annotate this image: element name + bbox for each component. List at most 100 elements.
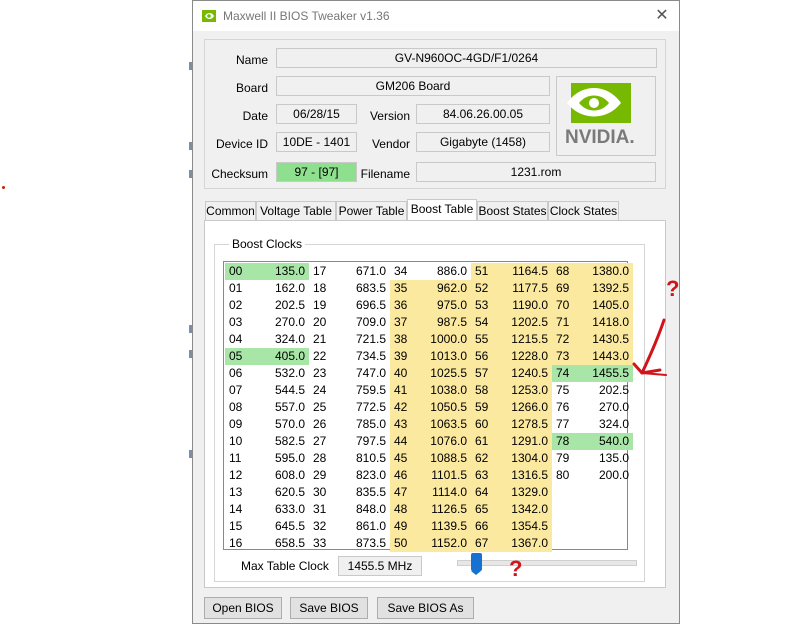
- boost-entry-clock[interactable]: 721.5: [342, 331, 390, 348]
- boost-entry-clock[interactable]: 848.0: [342, 501, 390, 518]
- boost-entry-clock[interactable]: 1063.5: [423, 416, 471, 433]
- boost-entry-clock[interactable]: 1126.5: [423, 501, 471, 518]
- date-field[interactable]: 06/28/15: [276, 104, 357, 124]
- boost-entry-clock[interactable]: 835.5: [342, 484, 390, 501]
- boost-entry-clock[interactable]: 135.0: [585, 450, 633, 467]
- boost-entry-clock[interactable]: 135.0: [253, 263, 309, 280]
- boost-entry-clock[interactable]: 202.5: [585, 382, 633, 399]
- boost-entry-clock[interactable]: 270.0: [585, 399, 633, 416]
- boost-entry-clock[interactable]: 200.0: [585, 467, 633, 484]
- boost-entry-clock[interactable]: 1354.5: [504, 518, 552, 535]
- boost-entry-clock[interactable]: 861.0: [342, 518, 390, 535]
- boost-entry-clock[interactable]: 202.5: [253, 297, 309, 314]
- boost-entry-clock[interactable]: 595.0: [253, 450, 309, 467]
- save-bios-as-button[interactable]: Save BIOS As: [377, 597, 474, 619]
- boost-entry-clock[interactable]: 975.0: [423, 297, 471, 314]
- boost-entry-clock[interactable]: 1114.0: [423, 484, 471, 501]
- boost-entry-clock[interactable]: 1304.0: [504, 450, 552, 467]
- max-table-clock-field[interactable]: 1455.5 MHz: [338, 556, 422, 576]
- boost-entry-clock[interactable]: 696.5: [342, 297, 390, 314]
- boost-entry-clock[interactable]: 987.5: [423, 314, 471, 331]
- boost-entry-clock[interactable]: 1291.0: [504, 433, 552, 450]
- tab-voltage-table[interactable]: Voltage Table: [256, 201, 336, 220]
- boost-entry-clock[interactable]: 658.5: [253, 535, 309, 552]
- boost-entry-clock[interactable]: 544.5: [253, 382, 309, 399]
- boost-entry-clock[interactable]: 557.0: [253, 399, 309, 416]
- boost-entry-clock[interactable]: 1329.0: [504, 484, 552, 501]
- close-icon[interactable]: ✕: [645, 1, 679, 31]
- boost-entry-clock[interactable]: 1202.5: [504, 314, 552, 331]
- boost-entry-clock[interactable]: 1342.0: [504, 501, 552, 518]
- boost-entry-clock[interactable]: 1418.0: [585, 314, 633, 331]
- filename-field[interactable]: 1231.rom: [416, 162, 656, 182]
- boost-entry-clock[interactable]: 582.5: [253, 433, 309, 450]
- checksum-field[interactable]: 97 - [97]: [276, 162, 357, 182]
- boost-entry-clock[interactable]: 1266.0: [504, 399, 552, 416]
- boost-entry-clock[interactable]: 324.0: [585, 416, 633, 433]
- boost-entry-clock[interactable]: 1177.5: [504, 280, 552, 297]
- boost-entry-clock[interactable]: 962.0: [423, 280, 471, 297]
- boost-entry-clock[interactable]: 1443.0: [585, 348, 633, 365]
- tab-boost-table[interactable]: Boost Table: [407, 199, 477, 221]
- boost-entry-clock[interactable]: 270.0: [253, 314, 309, 331]
- max-clock-slider-thumb[interactable]: [471, 553, 482, 575]
- boost-entry-clock[interactable]: 1152.0: [423, 535, 471, 552]
- boost-entry-clock[interactable]: 810.5: [342, 450, 390, 467]
- boost-entry-clock[interactable]: 1190.0: [504, 297, 552, 314]
- boost-entry-clock[interactable]: 683.5: [342, 280, 390, 297]
- tab-common[interactable]: Common: [205, 201, 256, 220]
- boost-entry-clock[interactable]: 1050.5: [423, 399, 471, 416]
- boost-entry-clock[interactable]: 1101.5: [423, 467, 471, 484]
- boost-entry-clock[interactable]: 1316.5: [504, 467, 552, 484]
- max-clock-slider-track[interactable]: [457, 560, 637, 566]
- boost-entry-clock[interactable]: 1025.5: [423, 365, 471, 382]
- boost-entry-clock[interactable]: 1392.5: [585, 280, 633, 297]
- version-field[interactable]: 84.06.26.00.05: [416, 104, 550, 124]
- boost-entry-clock[interactable]: 645.5: [253, 518, 309, 535]
- boost-entry-clock[interactable]: 405.0: [253, 348, 309, 365]
- boost-entry-clock[interactable]: 1240.5: [504, 365, 552, 382]
- boost-entry-clock[interactable]: 1215.5: [504, 331, 552, 348]
- boost-entry-clock[interactable]: 1405.0: [585, 297, 633, 314]
- boost-entry-clock[interactable]: 1228.0: [504, 348, 552, 365]
- boost-entry-clock[interactable]: 1253.0: [504, 382, 552, 399]
- title-bar[interactable]: Maxwell II BIOS Tweaker v1.36 ✕: [193, 1, 679, 31]
- name-field[interactable]: GV-N960OC-4GD/F1/0264: [276, 48, 657, 68]
- boost-entry-clock[interactable]: 1380.0: [585, 263, 633, 280]
- open-bios-button[interactable]: Open BIOS: [204, 597, 282, 619]
- device-id-field[interactable]: 10DE - 1401: [276, 132, 357, 152]
- tab-power-table[interactable]: Power Table: [336, 201, 407, 220]
- boost-entry-clock[interactable]: 620.5: [253, 484, 309, 501]
- boost-entry-clock[interactable]: 633.0: [253, 501, 309, 518]
- boost-entry-clock[interactable]: 1455.5: [585, 365, 633, 382]
- boost-entry-clock[interactable]: 1367.0: [504, 535, 552, 552]
- boost-entry-clock[interactable]: 671.0: [342, 263, 390, 280]
- boost-entry-clock[interactable]: 324.0: [253, 331, 309, 348]
- boost-entry-clock[interactable]: 1139.5: [423, 518, 471, 535]
- boost-entry-clock[interactable]: 1164.5: [504, 263, 552, 280]
- boost-entry-clock[interactable]: 532.0: [253, 365, 309, 382]
- save-bios-button[interactable]: Save BIOS: [290, 597, 368, 619]
- boost-entry-clock[interactable]: 608.0: [253, 467, 309, 484]
- tab-boost-states[interactable]: Boost States: [477, 201, 548, 220]
- boost-entry-clock[interactable]: 1278.5: [504, 416, 552, 433]
- boost-entry-clock[interactable]: 1013.0: [423, 348, 471, 365]
- boost-entry-clock[interactable]: 823.0: [342, 467, 390, 484]
- boost-entry-clock[interactable]: 873.5: [342, 535, 390, 552]
- boost-entry-clock[interactable]: 759.5: [342, 382, 390, 399]
- boost-entry-clock[interactable]: 1000.0: [423, 331, 471, 348]
- boost-entry-clock[interactable]: 772.5: [342, 399, 390, 416]
- boost-entry-clock[interactable]: 1076.0: [423, 433, 471, 450]
- boost-entry-clock[interactable]: 1038.0: [423, 382, 471, 399]
- boost-entry-clock[interactable]: 886.0: [423, 263, 471, 280]
- boost-entry-clock[interactable]: 797.5: [342, 433, 390, 450]
- boost-clock-grid[interactable]: 00 135.0 01 162.0 02 202.5 03 270.0 04 324.0 05 405…: [223, 261, 633, 552]
- boost-entry-clock[interactable]: 1088.5: [423, 450, 471, 467]
- boost-entry-clock[interactable]: 570.0: [253, 416, 309, 433]
- boost-entry-clock[interactable]: 709.0: [342, 314, 390, 331]
- boost-entry-clock[interactable]: 540.0: [585, 433, 633, 450]
- vendor-field[interactable]: Gigabyte (1458): [416, 132, 550, 152]
- boost-entry-clock[interactable]: 162.0: [253, 280, 309, 297]
- boost-entry-clock[interactable]: 747.0: [342, 365, 390, 382]
- boost-entry-clock[interactable]: 734.5: [342, 348, 390, 365]
